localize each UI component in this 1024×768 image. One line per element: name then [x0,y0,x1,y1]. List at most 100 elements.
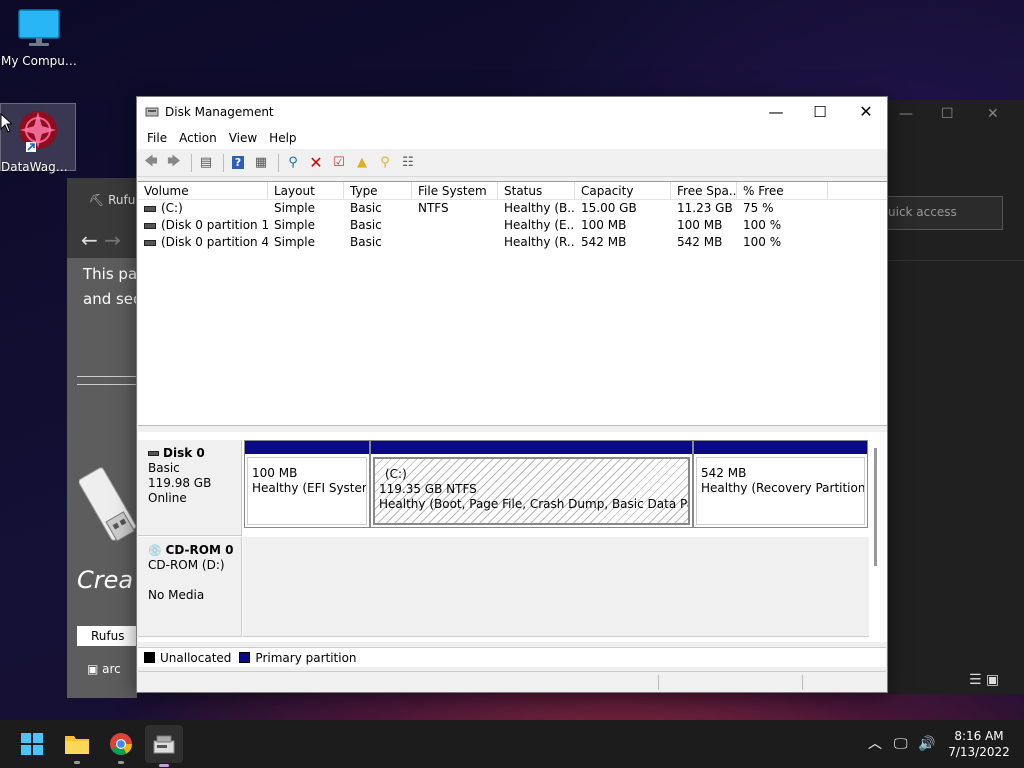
cell-file-system [412,217,498,234]
cell-free-space: 11.23 GB [677,201,733,215]
disk-0-label[interactable]: Disk 0 Basic 119.98 GB Online [138,440,242,536]
cell-type: Basic [350,235,382,249]
table-row[interactable]: (Disk 0 partition 4) Simple Basic Health… [138,234,887,251]
cell-status: Healthy (B... [504,201,575,215]
running-indicator [118,761,124,764]
status-bar-separator [802,675,803,690]
volume-icon [144,205,156,212]
column-header-layout[interactable]: Layout [268,182,344,199]
mouse-cursor-icon [0,113,12,133]
folder-icon [65,736,89,754]
column-header-file-system[interactable]: File System [412,182,498,199]
running-indicator [74,761,80,764]
cell-capacity: 542 MB [581,235,627,249]
column-header-free-space[interactable]: Free Spa... [671,182,737,199]
cell-layout: Simple [274,201,315,215]
disk-management-window[interactable]: Disk Management — ☐ ✕ File Action View H… [136,96,888,693]
close-icon[interactable]: ✕ [987,106,999,122]
title-bar[interactable]: Disk Management — ☐ ✕ [137,97,887,127]
volume-icon [144,239,156,246]
menu-help[interactable]: Help [263,131,302,145]
connect-icon[interactable]: ⚲ [283,153,303,173]
help-icon[interactable]: ? [228,153,248,173]
table-row[interactable]: (C:) Simple Basic NTFS Healthy (B... 15.… [138,200,887,217]
rufus-text: This pa and sec [83,265,137,308]
divider [77,376,137,377]
maximize-button[interactable]: ☐ [797,97,843,127]
up-folder-icon[interactable]: ▲ [352,153,372,173]
chevron-up-icon[interactable]: ︿ [868,720,882,768]
desktop-icon-my-computer[interactable]: My Computer [1,8,77,68]
status-bar [138,671,886,692]
volume-icon [144,222,156,229]
taskbar-disk-management[interactable] [145,725,183,767]
cell-status: Healthy (R... [504,235,575,249]
explorer-search-input[interactable]: uick access [887,196,1003,230]
column-header-type[interactable]: Type [344,182,412,199]
disk-icon [148,451,159,456]
network-icon[interactable]: 🖵 [894,720,908,768]
cell-volume: (C:) [138,200,268,217]
forward-arrow-icon[interactable]: 🡆 [164,153,184,173]
minimize-button[interactable]: — [753,97,799,127]
active-indicator [159,764,169,767]
maximize-icon[interactable]: ☐ [941,106,954,122]
view-toggle: ☰ ▣ [969,672,999,688]
cell-capacity: 100 MB [581,218,627,232]
legend-unallocated: Unallocated [160,650,232,665]
rufus-row: ▣ arc [87,662,121,676]
column-header-percent-free[interactable]: % Free [737,182,828,199]
menu-file[interactable]: File [141,131,173,145]
menu-view[interactable]: View [223,131,263,145]
monitor-icon [18,9,60,46]
partition-c-drive[interactable]: (C:) 119.35 GB NTFS Healthy (Boot, Page … [370,440,693,528]
taskbar-file-explorer[interactable] [61,728,93,764]
cell-percent-free: 100 % [743,235,782,249]
partition-recovery[interactable]: 542 MB Healthy (Recovery Partition) [693,440,868,528]
delete-icon[interactable]: ✕ [306,153,326,173]
desktop-icon-label: DataWagon... [1,160,75,174]
column-header-capacity[interactable]: Capacity [575,182,671,199]
close-button[interactable]: ✕ [843,97,889,127]
background-window-explorer[interactable]: — ☐ ✕ uick access ☰ ▣ [887,100,1024,694]
details-view-icon[interactable]: ☰ [969,672,982,688]
pane-splitter[interactable] [138,425,887,431]
cell-percent-free: 100 % [743,218,782,232]
back-arrow-icon[interactable]: 🡄 [141,153,161,173]
taskbar: ︿ 🖵 🔊 8:16 AM 7/13/2022 [0,720,1024,768]
usb-drive-icon [79,467,137,542]
back-arrow-icon[interactable]: ← [81,228,98,252]
disk-management-taskbar-icon [153,735,175,754]
column-header-volume[interactable]: Volume [138,182,268,199]
list-view-icon[interactable]: ☷ [398,153,418,173]
volume-list[interactable]: Volume Layout Type File System Status Ca… [138,181,887,425]
column-header-status[interactable]: Status [498,182,575,199]
windows-logo-icon [21,733,43,755]
show-hide-console-tree-icon[interactable]: ▤ [196,153,216,173]
cell-layout: Simple [274,218,315,232]
minimize-icon[interactable]: — [899,106,913,122]
cdrom-0-row[interactable]: 💿 CD-ROM 0 CD-ROM (D:) No Media [138,537,869,637]
properties-icon[interactable]: ▦ [251,153,271,173]
disk-view-scrollbar[interactable] [874,448,877,566]
disk-graphical-view[interactable]: Disk 0 Basic 119.98 GB Online 100 MB Hea… [138,432,887,642]
check-icon[interactable]: ☑ [329,153,349,173]
legend: Unallocated Primary partition [138,647,886,667]
menu-action[interactable]: Action [173,131,223,145]
system-clock[interactable]: 8:16 AM 7/13/2022 [944,728,1014,760]
cdrom-0-label[interactable]: 💿 CD-ROM 0 CD-ROM (D:) No Media [138,537,242,637]
cdrom-empty-area [243,537,869,637]
taskbar-chrome[interactable] [105,728,137,764]
cd-drive-icon: 💿 [148,544,162,557]
disk-0-row[interactable]: Disk 0 Basic 119.98 GB Online 100 MB Hea… [138,440,869,536]
tiles-view-icon[interactable]: ▣ [986,672,999,688]
background-window-rufus[interactable]: ⛏ Rufu ← → This pa and sec Crea Rufus ▣ … [67,178,137,698]
partition-efi[interactable]: 100 MB Healthy (EFI System Partition) [244,440,370,528]
search-icon[interactable]: ⚲ [375,153,395,173]
table-row[interactable]: (Disk 0 partition 1) Simple Basic Health… [138,217,887,234]
start-button[interactable] [16,728,48,760]
rufus-tab[interactable]: Rufus [77,626,137,646]
forward-arrow-icon[interactable]: → [104,228,121,252]
volume-icon[interactable]: 🔊 [918,720,935,768]
partition-details: (C:) 119.35 GB NTFS Healthy (Boot, Page … [373,457,690,525]
